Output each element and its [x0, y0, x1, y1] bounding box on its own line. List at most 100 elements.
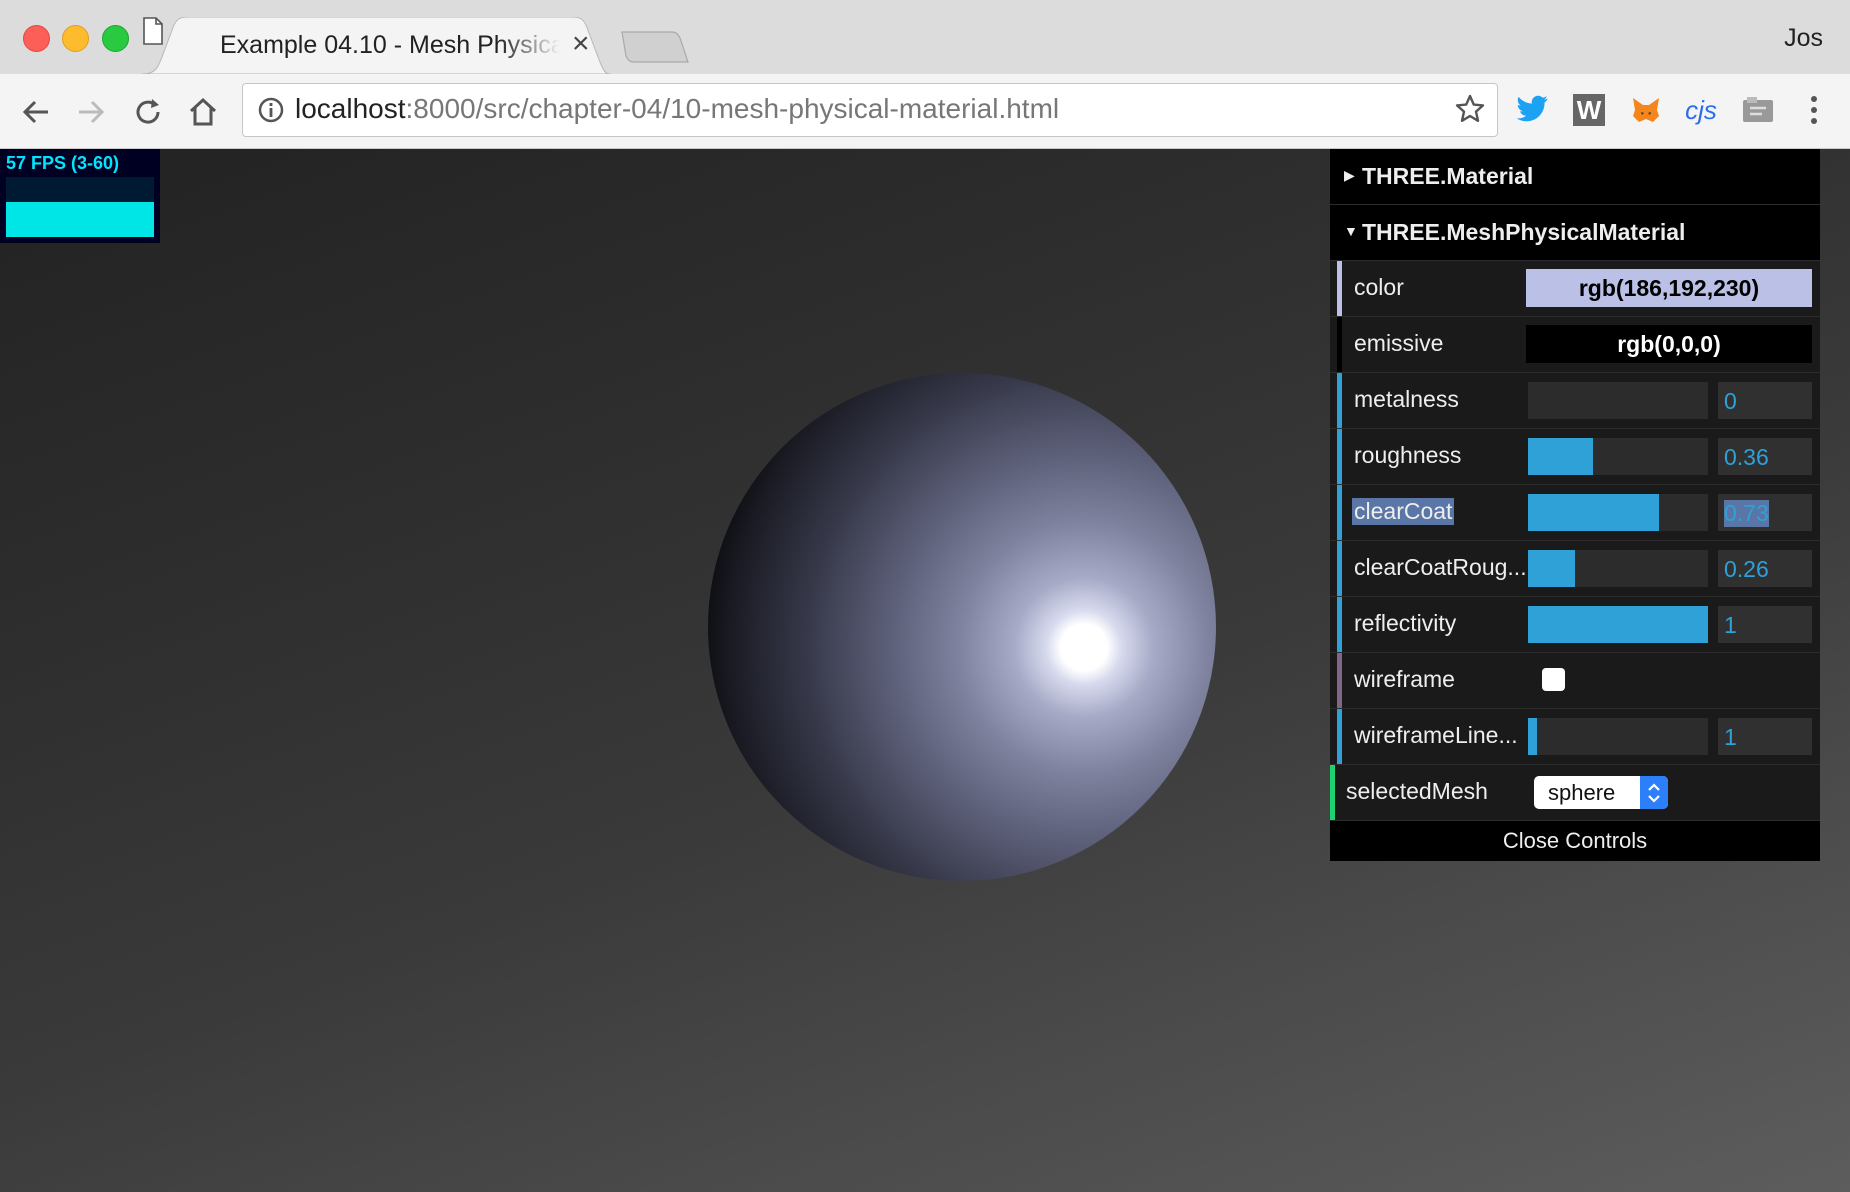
- slider-fill: [1528, 718, 1537, 755]
- wireframe-linewidth-value: 1: [1724, 724, 1737, 750]
- document-icon: [143, 17, 163, 45]
- reflectivity-row: reflectivity 1: [1330, 597, 1820, 653]
- more-vert-icon: [1811, 96, 1817, 124]
- selected-mesh-select[interactable]: sphere: [1534, 776, 1668, 809]
- number-stripe: [1337, 541, 1342, 596]
- selected-mesh-label: selectedMesh: [1346, 778, 1488, 804]
- selected-mesh-row: selectedMesh sphere: [1330, 765, 1820, 821]
- wireframe-checkbox[interactable]: [1542, 668, 1565, 691]
- info-icon[interactable]: [257, 96, 285, 124]
- puzzle-extension-button[interactable]: [1740, 92, 1776, 128]
- roughness-slider[interactable]: [1528, 438, 1708, 475]
- new-tab-button[interactable]: [620, 30, 690, 64]
- color-stripe: [1337, 261, 1342, 316]
- roughness-value: 0.36: [1724, 444, 1769, 470]
- wireframe-linewidth-input[interactable]: 1: [1718, 718, 1812, 755]
- home-icon: [189, 97, 217, 126]
- close-controls-button[interactable]: Close Controls: [1330, 821, 1820, 861]
- sphere-mesh: [708, 373, 1216, 881]
- roughness-label: roughness: [1354, 442, 1462, 468]
- reload-icon: [136, 99, 160, 124]
- dat-gui-panel: ▶ THREE.Material ▼ THREE.MeshPhysicalMat…: [1330, 149, 1820, 861]
- number-stripe: [1337, 429, 1342, 484]
- url-path: :8000/src/chapter-04/10-mesh-physical-ma…: [405, 93, 1060, 124]
- number-stripe: [1337, 597, 1342, 652]
- folder-three-material[interactable]: ▶ THREE.Material: [1330, 149, 1820, 205]
- clearcoat-roughness-slider[interactable]: [1528, 550, 1708, 587]
- number-stripe: [1337, 485, 1342, 540]
- metalness-input[interactable]: 0: [1718, 382, 1812, 419]
- reload-button[interactable]: [128, 92, 168, 132]
- clearcoat-roughness-label: clearCoatRoug...: [1354, 554, 1527, 580]
- back-button[interactable]: [16, 92, 56, 132]
- home-button[interactable]: [183, 92, 223, 132]
- boolean-stripe: [1337, 653, 1342, 708]
- folder-mesh-physical-material[interactable]: ▼ THREE.MeshPhysicalMaterial: [1330, 205, 1820, 261]
- url-host: localhost: [295, 93, 406, 124]
- w-extension-button[interactable]: W: [1571, 92, 1607, 128]
- profile-name[interactable]: Jos: [1784, 24, 1823, 53]
- slider-fill: [1528, 606, 1708, 643]
- metalness-row: metalness 0: [1330, 373, 1820, 429]
- color-picker[interactable]: rgb(186,192,230): [1526, 269, 1812, 307]
- reflectivity-slider[interactable]: [1528, 606, 1708, 643]
- puzzle-icon: [1743, 97, 1773, 122]
- close-window-button[interactable]: [23, 25, 50, 52]
- address-bar[interactable]: localhost:8000/src/chapter-04/10-mesh-ph…: [242, 83, 1498, 137]
- wireframe-row: wireframe: [1330, 653, 1820, 709]
- color-stripe: [1337, 317, 1342, 372]
- metamask-extension-button[interactable]: [1628, 92, 1664, 128]
- menu-button[interactable]: [1796, 92, 1832, 128]
- wireframe-linewidth-slider[interactable]: [1528, 718, 1708, 755]
- select-arrows-icon: [1640, 776, 1668, 809]
- metalness-slider[interactable]: [1528, 382, 1708, 419]
- emissive-picker[interactable]: rgb(0,0,0): [1526, 325, 1812, 363]
- clearcoat-input[interactable]: 0.73: [1718, 494, 1812, 531]
- url-text[interactable]: localhost:8000/src/chapter-04/10-mesh-ph…: [295, 93, 1059, 125]
- clearcoat-row: clearCoat 0.73: [1330, 485, 1820, 541]
- clearcoat-label: clearCoat: [1352, 498, 1455, 525]
- cjs-extension-button[interactable]: cjs: [1683, 92, 1719, 128]
- clearcoat-slider[interactable]: [1528, 494, 1708, 531]
- wireframe-linewidth-row: wireframeLine... 1: [1330, 709, 1820, 765]
- folder-title: THREE.Material: [1362, 163, 1534, 189]
- roughness-input[interactable]: 0.36: [1718, 438, 1812, 475]
- fps-graph-bar: [6, 202, 154, 237]
- metalness-label: metalness: [1354, 386, 1459, 412]
- number-stripe: [1337, 373, 1342, 428]
- fps-graph: [6, 177, 154, 237]
- clearcoat-value: 0.73: [1724, 500, 1769, 527]
- triangle-right-icon: ▶: [1344, 167, 1355, 183]
- tab-close-icon[interactable]: ×: [572, 27, 590, 61]
- fps-counter: 57 FPS (3-60): [6, 153, 120, 173]
- slider-fill: [1528, 550, 1575, 587]
- twitter-extension-button[interactable]: [1515, 92, 1551, 128]
- minimize-window-button[interactable]: [62, 25, 89, 52]
- color-label: color: [1354, 274, 1404, 300]
- folder-title: THREE.MeshPhysicalMaterial: [1362, 219, 1686, 245]
- zoom-window-button[interactable]: [102, 25, 129, 52]
- twitter-icon: [1516, 95, 1548, 122]
- slider-fill: [1528, 438, 1593, 475]
- reflectivity-value: 1: [1724, 612, 1737, 638]
- wireframe-linewidth-label: wireframeLine...: [1354, 722, 1518, 748]
- wireframe-label: wireframe: [1354, 666, 1455, 692]
- reflectivity-input[interactable]: 1: [1718, 606, 1812, 643]
- tab-title: Example 04.10 - Mesh Physical Material: [220, 31, 560, 59]
- triangle-down-icon: ▼: [1344, 223, 1358, 239]
- stats-panel[interactable]: 57 FPS (3-60): [0, 149, 160, 243]
- clearcoat-roughness-input[interactable]: 0.26: [1718, 550, 1812, 587]
- forward-button[interactable]: [71, 92, 111, 132]
- select-stripe: [1330, 765, 1335, 820]
- emissive-row: emissive rgb(0,0,0): [1330, 317, 1820, 373]
- color-row: color rgb(186,192,230): [1330, 261, 1820, 317]
- title-bar: Example 04.10 - Mesh Physical Material ×…: [0, 0, 1850, 74]
- metamask-icon: [1633, 98, 1659, 122]
- number-stripe: [1337, 709, 1342, 764]
- selected-mesh-value: sphere: [1548, 780, 1616, 805]
- clearcoat-roughness-value: 0.26: [1724, 556, 1769, 582]
- slider-fill: [1528, 494, 1660, 531]
- bookmark-star-icon[interactable]: [1455, 94, 1485, 124]
- reflectivity-label: reflectivity: [1354, 610, 1457, 636]
- tab-active[interactable]: Example 04.10 - Mesh Physical Material ×: [142, 17, 610, 74]
